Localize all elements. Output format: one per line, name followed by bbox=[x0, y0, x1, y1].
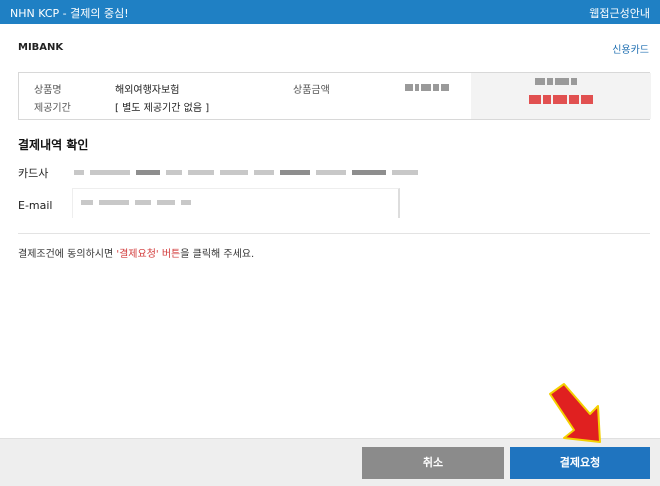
notice-prefix: 결제조건에 동의하시면 bbox=[18, 249, 117, 260]
product-name-value: 해외여행자보험 bbox=[115, 85, 180, 96]
product-name-label: 상품명 bbox=[34, 85, 62, 96]
divider bbox=[18, 233, 650, 234]
header-bar: NHN KCP - 결제의 중심! 웹접근성안내 bbox=[0, 0, 660, 24]
notice-suffix: 을 클릭해 주세요. bbox=[180, 249, 255, 260]
amount-label: 상품금액 bbox=[293, 85, 330, 96]
product-info-box: 상품명 해외여행자보험 제공기간 [ 별도 제공기간 없음 ] 상품금액 bbox=[18, 72, 651, 120]
price-redacted bbox=[535, 78, 577, 85]
arrow-down-icon bbox=[549, 383, 601, 443]
accessibility-link[interactable]: 웹접근성안내 bbox=[589, 5, 650, 21]
notice-highlight: '결제요청' 버튼 bbox=[116, 249, 181, 260]
card-company-label: 카드사 bbox=[18, 167, 49, 180]
agreement-notice: 결제조건에 동의하시면 '결제요청' 버튼을 클릭해 주세요. bbox=[18, 245, 254, 260]
amount-value-redacted bbox=[405, 84, 449, 91]
card-info-redacted bbox=[74, 170, 418, 175]
payment-method-link[interactable]: 신용카드 bbox=[612, 41, 649, 56]
pay-request-button[interactable]: 결제요청 bbox=[510, 447, 650, 479]
cancel-button[interactable]: 취소 bbox=[362, 447, 504, 479]
period-label: 제공기간 bbox=[34, 103, 71, 114]
period-value: [ 별도 제공기간 없음 ] bbox=[115, 103, 210, 114]
total-price-redacted bbox=[529, 95, 593, 104]
email-field[interactable] bbox=[72, 188, 400, 218]
merchant-name: MIBANK bbox=[18, 42, 64, 53]
total-price-area bbox=[471, 73, 651, 119]
email-label: E-mail bbox=[18, 199, 53, 212]
confirm-section-title: 결제내역 확인 bbox=[18, 138, 89, 152]
app-title: NHN KCP - 결제의 중심! bbox=[10, 7, 129, 20]
email-value-redacted bbox=[81, 200, 191, 205]
